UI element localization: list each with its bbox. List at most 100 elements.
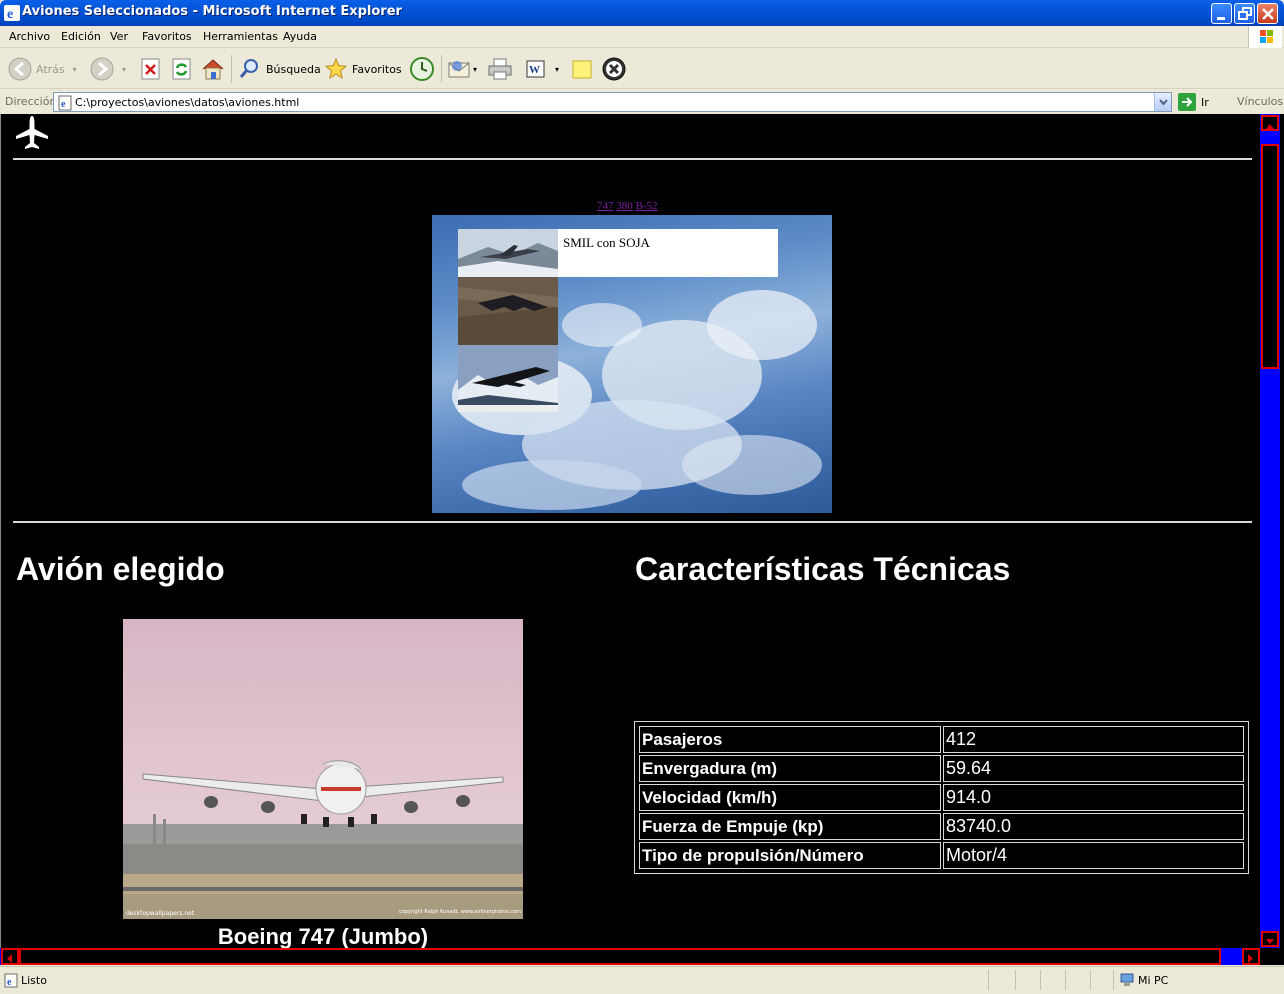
search-label: Búsqueda <box>266 62 321 76</box>
forward-button[interactable]: ▾ <box>90 55 126 83</box>
link-b52[interactable]: B-52 <box>636 200 658 212</box>
smil-caption-text: SMIL con SOJA <box>563 235 650 250</box>
history-icon <box>410 57 434 81</box>
vertical-scroll-thumb[interactable] <box>1261 144 1279 369</box>
table-row: Envergadura (m) 59.64 <box>639 755 1244 782</box>
note-icon <box>572 60 592 79</box>
spec-label: Velocidad (km/h) <box>639 784 941 811</box>
spec-value: 914.0 <box>943 784 1244 811</box>
page-viewport: 747 380 B-52 SMIL con SOJA Avión elegido… <box>0 114 1260 948</box>
menu-bar: Archivo Edición Ver Favoritos Herramient… <box>0 26 1284 48</box>
thumb-stealth-bomber[interactable] <box>458 277 558 345</box>
address-bar: Dirección e Ir Vínculos <box>0 90 1284 114</box>
link-747[interactable]: 747 <box>597 200 614 212</box>
spec-label: Tipo de propulsión/Número <box>639 842 941 869</box>
table-row: Tipo de propulsión/Número Motor/4 <box>639 842 1244 869</box>
close-icon <box>1262 8 1274 20</box>
scroll-up-button[interactable] <box>1261 115 1279 131</box>
forward-icon <box>90 57 114 81</box>
specs-table: Pasajeros 412 Envergadura (m) 59.64 Velo… <box>634 721 1249 874</box>
spec-label: Pasajeros <box>639 726 941 753</box>
search-button[interactable]: Búsqueda <box>238 55 321 83</box>
search-icon <box>239 59 258 78</box>
spec-value: 83740.0 <box>943 813 1244 840</box>
spec-value: 59.64 <box>943 755 1244 782</box>
scroll-right-button[interactable] <box>1242 948 1260 965</box>
browser-window: e Aviones Seleccionados - Microsoft Inte… <box>0 0 1284 994</box>
status-divider <box>1090 970 1091 990</box>
maximize-button[interactable] <box>1234 3 1255 24</box>
status-divider <box>1040 970 1041 990</box>
menu-ayuda[interactable]: Ayuda <box>283 30 317 43</box>
link-380[interactable]: 380 <box>616 200 633 212</box>
scroll-left-button[interactable] <box>1 948 19 965</box>
address-field[interactable]: e <box>53 92 1172 112</box>
stop-button[interactable] <box>140 55 162 83</box>
mail-dropdown-icon[interactable]: ▾ <box>473 65 477 74</box>
standard-toolbar: Atrás ▾ ▾ Búsqueda Favoritos ▾ W ▾ <box>0 49 1284 89</box>
menu-ver[interactable]: Ver <box>110 30 128 43</box>
refresh-button[interactable] <box>171 55 193 83</box>
spec-value: 412 <box>943 726 1244 753</box>
photo-credit-left: desktopwallpapers.net <box>126 910 195 917</box>
html-page-icon: e <box>58 95 72 111</box>
scroll-down-button[interactable] <box>1261 931 1279 947</box>
back-label: Atrás <box>36 62 65 76</box>
stealth-bomber-image <box>458 277 558 345</box>
horizontal-scrollbar[interactable] <box>0 948 1260 965</box>
go-label: Ir <box>1201 95 1209 109</box>
close-window-button[interactable] <box>1257 3 1278 24</box>
status-text: Listo <box>21 974 47 987</box>
vertical-scrollbar[interactable] <box>1260 114 1280 948</box>
security-zone: Mi PC <box>1120 973 1168 987</box>
airplane-logo-icon <box>16 116 48 149</box>
smil-presentation: SMIL con SOJA <box>432 215 832 513</box>
sr71-blackbird-image <box>458 345 558 412</box>
table-row: Fuerza de Empuje (kp) 83740.0 <box>639 813 1244 840</box>
table-row: Velocidad (km/h) 914.0 <box>639 784 1244 811</box>
history-button[interactable] <box>409 55 435 83</box>
window-right-edge <box>1280 114 1284 965</box>
smil-caption-box: SMIL con SOJA <box>558 229 778 277</box>
spec-label: Fuerza de Empuje (kp) <box>639 813 941 840</box>
favorites-button[interactable]: Favoritos <box>324 55 402 83</box>
horizontal-scroll-thumb[interactable] <box>19 948 1221 965</box>
home-button[interactable] <box>201 55 225 83</box>
edit-button[interactable]: W ▾ <box>525 55 559 83</box>
boeing-747-landing-image: desktopwallpapers.net copyright Ralph Ku… <box>123 619 523 919</box>
status-divider <box>988 970 989 990</box>
middle-divider <box>13 521 1252 523</box>
minimize-icon <box>1217 17 1225 20</box>
menu-herramientas[interactable]: Herramientas <box>203 30 278 43</box>
links-toolbar-label[interactable]: Vínculos <box>1237 95 1283 108</box>
thumb-fighter-jet[interactable] <box>458 229 558 277</box>
print-icon <box>488 58 512 80</box>
restore-icon <box>1238 7 1252 20</box>
back-button[interactable]: Atrás ▾ <box>8 55 77 83</box>
edit-icon: W <box>526 60 545 78</box>
address-dropdown-button[interactable] <box>1154 93 1171 111</box>
address-label: Dirección <box>5 95 57 108</box>
forward-dropdown-icon[interactable]: ▾ <box>122 65 126 74</box>
menu-edicion[interactable]: Edición <box>61 30 101 43</box>
messenger-button[interactable] <box>601 55 627 83</box>
back-dropdown-icon[interactable]: ▾ <box>73 65 77 74</box>
menu-favoritos[interactable]: Favoritos <box>142 30 192 43</box>
go-button[interactable]: Ir <box>1178 93 1209 111</box>
top-divider <box>13 158 1252 160</box>
status-bar: e Listo Mi PC <box>0 966 1284 994</box>
mail-button[interactable]: ▾ <box>447 55 477 83</box>
note-button[interactable] <box>571 55 593 83</box>
thumb-sr71-blackbird[interactable] <box>458 345 558 412</box>
menu-archivo[interactable]: Archivo <box>9 30 50 43</box>
arrow-up-icon <box>1266 124 1274 129</box>
print-button[interactable] <box>487 55 513 83</box>
boeing-747-photo: desktopwallpapers.net copyright Ralph Ku… <box>123 619 523 919</box>
close-circle-icon <box>602 57 626 81</box>
status-divider <box>1015 970 1016 990</box>
minimize-button[interactable] <box>1211 3 1232 24</box>
windows-flag-icon <box>1260 30 1273 43</box>
edit-dropdown-icon[interactable]: ▾ <box>555 65 559 74</box>
address-input[interactable] <box>75 94 1145 110</box>
chevron-down-icon <box>1159 99 1168 106</box>
